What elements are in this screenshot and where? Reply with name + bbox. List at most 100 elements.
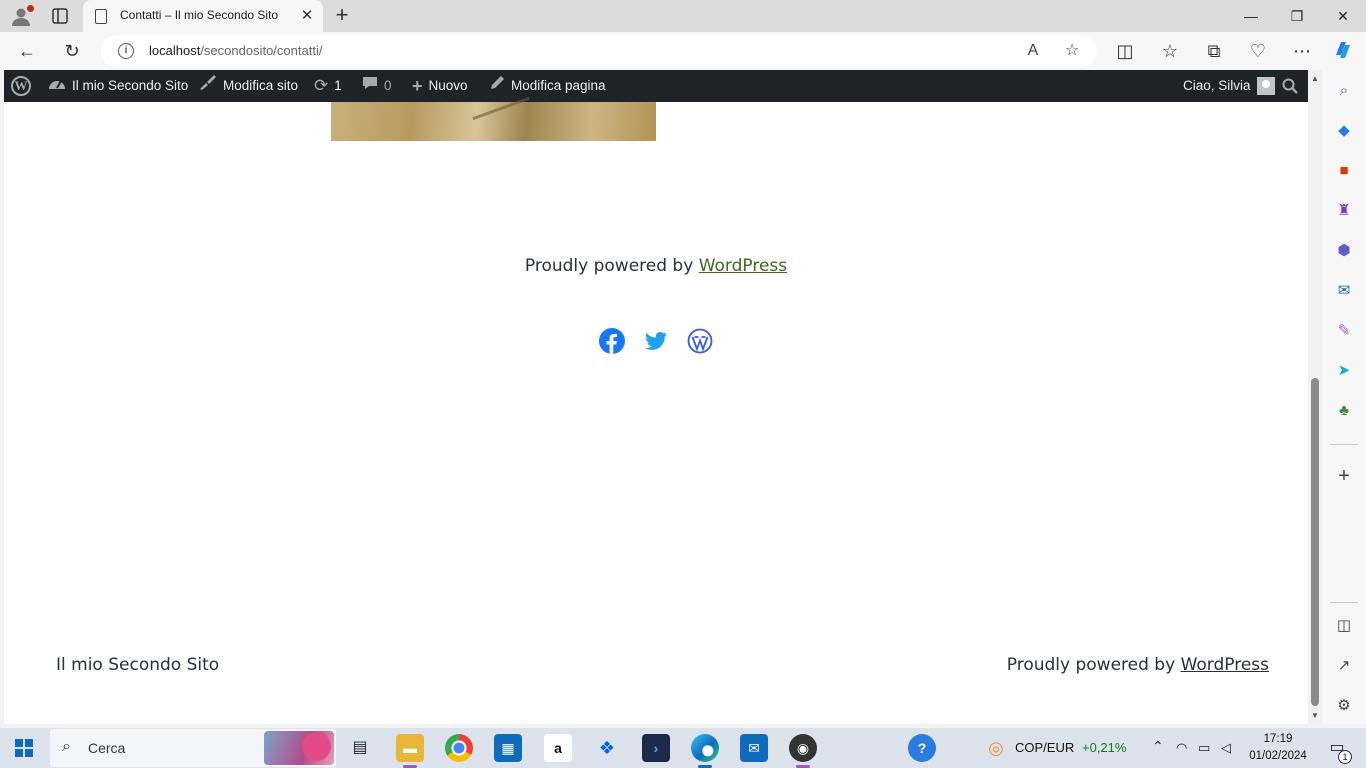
comment-icon [362, 70, 378, 102]
admin-account[interactable]: Ciao, Silvia [1183, 70, 1275, 102]
help-icon[interactable]: ? [908, 734, 936, 762]
profile-icon[interactable] [10, 5, 34, 27]
sidebar-search-icon[interactable]: ⌕ [1334, 81, 1354, 101]
outlook-icon[interactable]: ✉ [1334, 281, 1354, 301]
url-path: /secondosito/contatti/ [200, 43, 323, 58]
admin-search-icon[interactable] [1282, 70, 1298, 102]
github-icon[interactable]: ◉ [789, 734, 817, 762]
close-window-button[interactable]: ✕ [1320, 0, 1366, 32]
footer-powered-text: Proudly powered by [1006, 655, 1181, 675]
page-scrollbar[interactable]: ▲ ▼ [1308, 70, 1322, 724]
plus-icon: + [412, 76, 423, 97]
volume-icon[interactable]: ◁ [1221, 740, 1231, 756]
admin-updates[interactable]: ⟳ 1 [314, 70, 342, 102]
chrome-icon[interactable] [445, 734, 473, 762]
updates-count: 1 [334, 78, 342, 93]
close-tab-icon[interactable]: ✕ [297, 6, 317, 26]
search-highlight-image [264, 731, 334, 765]
copilot-icon[interactable] [1331, 39, 1355, 63]
site-name-label: Il mio Secondo Sito [72, 78, 189, 93]
open-external-icon[interactable]: ↗ [1334, 656, 1354, 676]
microsoft-365-icon[interactable]: ⬢ [1334, 241, 1354, 261]
stock-change[interactable]: +0,21% [1082, 740, 1126, 755]
avatar [1256, 77, 1275, 96]
notification-count: 1 [1338, 750, 1352, 764]
store-icon[interactable]: ▦ [494, 734, 522, 762]
new-tab-button[interactable]: + [330, 4, 354, 28]
search-placeholder: Cerca [88, 740, 126, 756]
wordpress-logo-icon[interactable]: W [11, 76, 31, 96]
clock[interactable]: 17:19 01/02/2024 [1243, 731, 1313, 765]
social-links [4, 328, 1308, 354]
tab-actions-icon[interactable] [50, 6, 70, 26]
stock-widget-icon[interactable]: ◎ [982, 734, 1010, 762]
add-sidebar-app-icon[interactable]: + [1334, 466, 1354, 486]
hide-sidebar-icon[interactable]: ◫ [1334, 616, 1354, 636]
browser-essentials-icon[interactable]: ♡ [1246, 39, 1270, 63]
edge-icon[interactable] [691, 734, 719, 762]
stock-label[interactable]: COP/EUR [1015, 740, 1074, 755]
powershell-icon[interactable]: › [642, 734, 670, 762]
start-button[interactable] [15, 739, 33, 757]
designer-icon[interactable]: ✎ [1334, 321, 1354, 341]
scroll-thumb[interactable] [1311, 378, 1319, 706]
clock-date: 01/02/2024 [1249, 750, 1307, 762]
show-hidden-icons[interactable]: ⌃ [1152, 738, 1164, 755]
featured-image [331, 102, 656, 141]
facebook-icon[interactable] [598, 328, 625, 354]
taskbar-search[interactable]: ⌕ Cerca [50, 729, 336, 767]
wifi-icon[interactable]: ◠ [1176, 740, 1187, 756]
games-icon[interactable]: ♜ [1334, 201, 1354, 221]
collections-icon[interactable]: ⧉ [1202, 39, 1226, 63]
brush-icon [199, 70, 217, 102]
footer-site-title[interactable]: Il mio Secondo Sito [56, 655, 219, 675]
footer-powered-by: Proudly powered by WordPress [1007, 655, 1269, 675]
favorite-star-icon[interactable]: ☆ [1062, 41, 1082, 61]
comments-count: 0 [384, 78, 392, 93]
favorites-icon[interactable]: ☆ [1158, 39, 1182, 63]
search-icon: ⌕ [62, 738, 71, 755]
admin-customize[interactable]: Modifica sito [199, 70, 298, 102]
back-button[interactable]: ← [15, 39, 39, 63]
tab-title: Contatti – Il mio Secondo Sito [120, 8, 279, 22]
address-bar[interactable]: i localhost/secondosito/contatti/ A ☆ [101, 35, 1097, 67]
read-aloud-icon[interactable]: A [1023, 41, 1043, 61]
powered-by-center: Proudly powered by WordPress [4, 256, 1308, 276]
tab-contatti[interactable]: Contatti – Il mio Secondo Sito ✕ [83, 0, 323, 32]
shopping-tag-icon[interactable]: ◆ [1334, 121, 1354, 141]
mail-icon[interactable]: ✉ [740, 734, 768, 762]
wordpress-link[interactable]: WordPress [699, 256, 787, 276]
admin-comments[interactable]: 0 [362, 70, 392, 102]
more-menu-icon[interactable]: ⋯ [1290, 39, 1314, 63]
updates-icon: ⟳ [314, 76, 329, 96]
admin-site-name[interactable]: Il mio Secondo Sito [48, 70, 188, 102]
admin-new[interactable]: + Nuovo [412, 70, 468, 102]
sidebar-settings-icon[interactable]: ⚙ [1334, 696, 1354, 716]
twitter-icon[interactable] [643, 328, 669, 354]
tree-icon[interactable]: ♣ [1334, 401, 1354, 421]
split-screen-icon[interactable]: ◫ [1113, 39, 1137, 63]
footer-wordpress-link[interactable]: WordPress [1181, 655, 1269, 675]
tab-strip: Contatti – Il mio Secondo Sito ✕ + — ❐ ✕ [0, 0, 1366, 32]
page-icon [95, 9, 107, 24]
scroll-up-icon[interactable]: ▲ [1311, 74, 1319, 83]
dropbox-icon[interactable]: ❖ [593, 734, 621, 762]
scroll-down-icon[interactable]: ▼ [1311, 711, 1319, 720]
admin-edit-page[interactable]: Modifica pagina [490, 70, 606, 102]
tools-icon[interactable]: ■ [1334, 161, 1354, 181]
wordpress-icon[interactable] [687, 328, 713, 354]
reload-button[interactable]: ↻ [60, 39, 84, 63]
battery-icon[interactable]: ▭ [1198, 740, 1210, 756]
file-explorer-icon[interactable]: ▬ [396, 734, 424, 762]
restore-button[interactable]: ❐ [1274, 0, 1320, 32]
drop-icon[interactable]: ➤ [1334, 361, 1354, 381]
site-info-icon[interactable]: i [118, 43, 134, 59]
wp-admin-bar: W Il mio Secondo Sito Modifica sito ⟳ 1 0… [4, 70, 1308, 102]
dashboard-icon [48, 70, 66, 102]
url-host: localhost [149, 43, 201, 58]
amazon-icon[interactable]: a [544, 734, 572, 762]
sidebar-divider [1330, 444, 1358, 445]
url-text[interactable]: localhost/secondosito/contatti/ [149, 43, 322, 58]
task-view-icon[interactable]: ▤ [346, 734, 374, 762]
minimize-button[interactable]: — [1228, 0, 1274, 32]
